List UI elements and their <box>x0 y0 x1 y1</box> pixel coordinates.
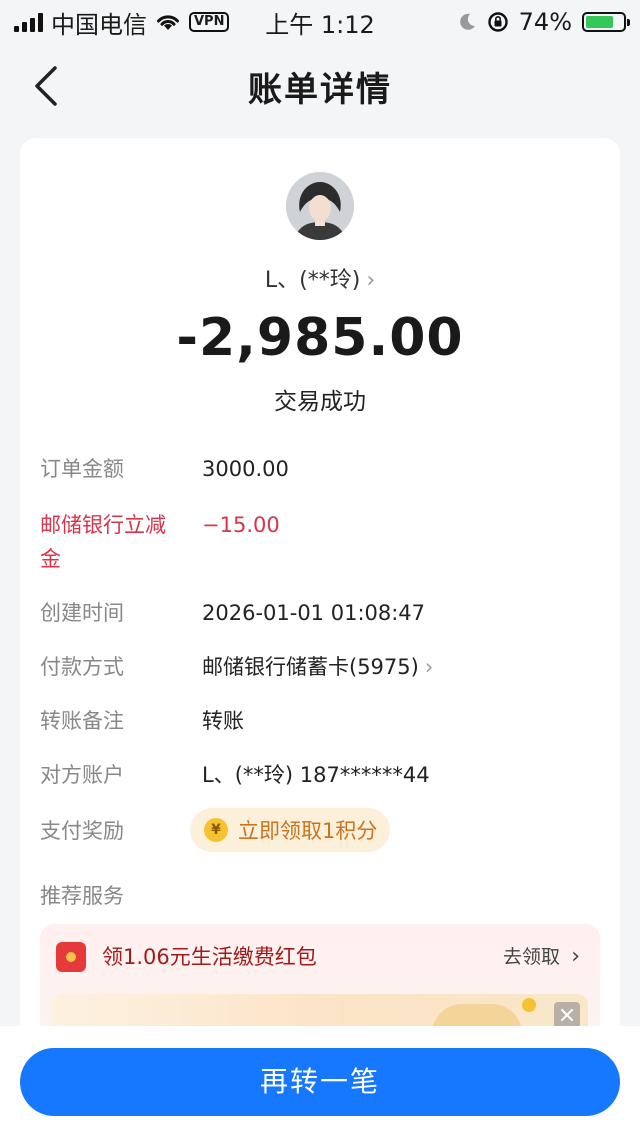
promo-claim-link[interactable]: 去领取 <box>503 942 560 972</box>
detail-label: 支付奖励 <box>40 819 124 843</box>
chevron-right-icon: › <box>424 655 434 679</box>
chevron-right-icon: › <box>571 944 580 969</box>
payee-name[interactable]: L、(**玲) › <box>20 262 620 294</box>
rotation-lock-icon <box>487 12 508 32</box>
avatar[interactable] <box>286 172 354 240</box>
battery-icon <box>582 12 630 32</box>
status-right: 74% <box>457 8 630 36</box>
page-title: 账单详情 <box>248 69 392 110</box>
detail-value: 2026-01-01 01:08:47 <box>202 601 426 625</box>
detail-value: 转账 <box>202 709 244 733</box>
close-glyph <box>561 1009 573 1021</box>
transaction-amount: -2,985.00 <box>176 308 464 368</box>
detail-label: 付款方式 <box>40 655 124 679</box>
vpn-badge: VPN <box>189 12 230 32</box>
detail-value: 邮储银行储蓄卡(5975) › <box>202 650 433 684</box>
nav-bar: 账单详情 <box>0 44 640 128</box>
status-bar: 中国电信 VPN 上午 1:12 74% <box>0 0 640 44</box>
detail-label: 订单金额 <box>40 457 124 481</box>
signal-icon <box>14 12 43 32</box>
avatar-image <box>286 172 354 240</box>
detail-label-line1: 邮储银行立减 <box>40 513 166 537</box>
battery-percent: 74% <box>518 8 572 36</box>
detail-label-line2: 金 <box>40 547 61 571</box>
close-icon[interactable] <box>554 1002 580 1028</box>
recommended-services-title: 推荐服务 <box>40 884 124 908</box>
moon-icon <box>459 13 475 30</box>
payee-label: L、(**玲) <box>264 268 361 293</box>
wifi-icon <box>157 15 179 30</box>
bill-card: L、(**玲) › -2,985.00 交易成功 订单金额 3000.00 邮储银… <box>20 138 620 1136</box>
carrier-name: 中国电信 <box>51 10 147 39</box>
sparkle-decoration <box>522 998 536 1012</box>
detail-value: L、(**玲) 187******44 <box>202 763 430 787</box>
detail-label: 转账备注 <box>40 709 124 733</box>
detail-value: −15.00 <box>202 513 280 537</box>
chevron-right-icon: › <box>366 268 376 293</box>
bill-detail-page: 中国电信 VPN 上午 1:12 74% 账单详情 L、(**玲) › -2,9… <box>0 0 640 1136</box>
detail-value: 3000.00 <box>202 457 289 481</box>
bottom-bar: 再转一笔 <box>0 1026 640 1136</box>
status-left: 中国电信 VPN <box>14 5 457 40</box>
transfer-again-button[interactable]: 再转一笔 <box>20 1048 620 1116</box>
chevron-left-icon <box>35 66 57 106</box>
detail-label: 邮储银行立减 金 <box>40 508 200 576</box>
claim-points-label: 立即领取1积分 <box>238 819 378 843</box>
payment-method-value: 邮储银行储蓄卡(5975) <box>202 655 419 679</box>
battery-level <box>586 16 613 28</box>
back-button[interactable] <box>22 62 70 110</box>
red-envelope-icon <box>56 942 86 972</box>
detail-label: 对方账户 <box>40 763 124 787</box>
coin-icon: ¥ <box>204 818 228 842</box>
transaction-status: 交易成功 <box>274 389 366 415</box>
claim-points-button[interactable]: ¥ 立即领取1积分 <box>190 808 390 852</box>
promo-text: 领1.06元生活缴费红包 <box>102 945 317 969</box>
detail-label: 创建时间 <box>40 601 124 625</box>
